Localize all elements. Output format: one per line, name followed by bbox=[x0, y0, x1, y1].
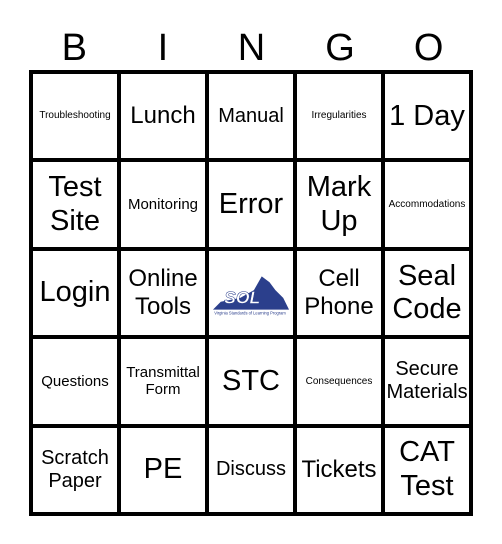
cell-label: Scratch Paper bbox=[41, 446, 109, 492]
cell-label: Tickets bbox=[301, 456, 377, 483]
bingo-cell[interactable]: Login bbox=[31, 248, 119, 338]
cell-label: Monitoring bbox=[127, 195, 199, 213]
bingo-cell[interactable]: Accommodations bbox=[383, 160, 471, 249]
cell-label: Manual bbox=[218, 104, 284, 127]
bingo-cell[interactable]: Discuss bbox=[207, 425, 295, 514]
cell-label: Consequences bbox=[305, 375, 373, 387]
bingo-cell[interactable]: Test Site bbox=[31, 160, 119, 249]
cell-label: Irregularities bbox=[311, 110, 367, 122]
bingo-cell[interactable]: Monitoring bbox=[119, 160, 207, 249]
header-letter: O bbox=[413, 27, 444, 69]
bingo-cell[interactable]: Mark Up bbox=[295, 160, 383, 249]
bingo-cell[interactable]: Online Tools bbox=[119, 248, 207, 338]
cell-label: Mark Up bbox=[306, 171, 372, 237]
bingo-cell[interactable]: PE bbox=[119, 425, 207, 514]
cell-label: Secure Materials bbox=[386, 358, 468, 404]
cell-label: Test Site bbox=[48, 171, 102, 237]
bingo-grid: Troubleshooting Lunch Manual Irregularities… bbox=[29, 70, 473, 516]
bingo-cell[interactable]: Lunch bbox=[119, 72, 207, 161]
bingo-header: B I N G O bbox=[30, 26, 473, 70]
bingo-cell[interactable]: Questions bbox=[31, 337, 119, 426]
header-letter: N bbox=[237, 27, 266, 69]
cell-label: Troubleshooting bbox=[39, 110, 111, 122]
cell-label: Cell Phone bbox=[304, 265, 374, 320]
bingo-cell[interactable]: Cell Phone bbox=[295, 248, 383, 338]
bingo-cell[interactable]: 1 Day bbox=[383, 72, 471, 161]
cell-label: Online Tools bbox=[128, 265, 198, 320]
bingo-cell[interactable]: Scratch Paper bbox=[31, 425, 119, 514]
bingo-cell[interactable]: STC bbox=[207, 337, 295, 426]
cell-label: Transmittal Form bbox=[126, 364, 200, 399]
bingo-cell[interactable]: CAT Test bbox=[383, 425, 471, 514]
cell-label: Lunch bbox=[130, 102, 196, 130]
sol-logo-text: SOL bbox=[224, 288, 260, 308]
free-space-logo[interactable]: SOL Virginia Standards of Learning Progra… bbox=[207, 248, 295, 338]
cell-label: Seal Code bbox=[392, 259, 462, 325]
header-letter: G bbox=[325, 27, 355, 69]
header-letter: B bbox=[61, 27, 87, 69]
header-letter: I bbox=[157, 27, 169, 69]
cell-label: PE bbox=[143, 453, 183, 486]
bingo-cell[interactable]: Manual bbox=[207, 72, 295, 161]
bingo-cell[interactable]: Tickets bbox=[295, 425, 383, 514]
bingo-cell[interactable]: Seal Code bbox=[383, 248, 471, 338]
bingo-cell[interactable]: Transmittal Form bbox=[119, 337, 207, 426]
cell-label: Login bbox=[39, 276, 111, 309]
bingo-cell[interactable]: Error bbox=[207, 160, 295, 249]
cell-label: STC bbox=[222, 364, 280, 397]
cell-label: 1 Day bbox=[389, 99, 465, 132]
bingo-cell[interactable]: Irregularities bbox=[295, 72, 383, 161]
bingo-cell[interactable]: Troubleshooting bbox=[31, 72, 119, 161]
cell-label: Questions bbox=[41, 372, 109, 390]
cell-label: Accommodations bbox=[388, 198, 466, 210]
cell-label: Discuss bbox=[215, 458, 286, 481]
cell-label: CAT Test bbox=[399, 436, 455, 502]
bingo-cell[interactable]: Consequences bbox=[295, 337, 383, 426]
sol-logo-subtitle: Virginia Standards of Learning Program bbox=[214, 310, 286, 315]
sol-logo: SOL Virginia Standards of Learning Progra… bbox=[212, 276, 290, 315]
cell-label: Error bbox=[218, 187, 284, 220]
bingo-cell[interactable]: Secure Materials bbox=[383, 337, 471, 426]
